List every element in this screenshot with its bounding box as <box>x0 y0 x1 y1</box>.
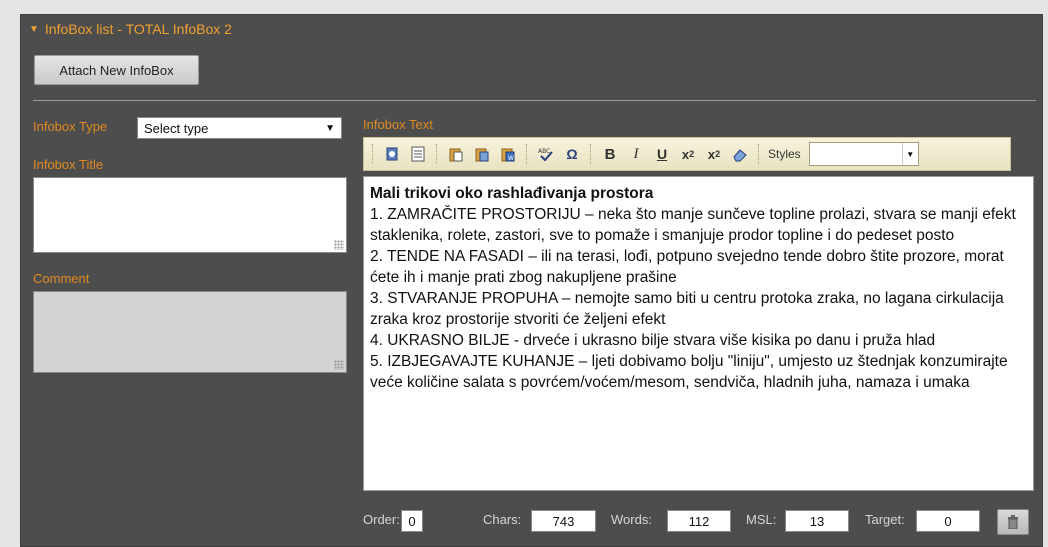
svg-text:W: W <box>508 155 514 162</box>
toolbar-separator <box>526 144 528 164</box>
resize-grip-icon[interactable] <box>334 360 344 370</box>
paste-icon[interactable] <box>444 142 468 166</box>
editor-paragraph: 3. STVARANJE PROPUHA – nemojte samo biti… <box>370 290 1004 328</box>
subscript-icon[interactable]: x2 <box>676 142 700 166</box>
resize-grip-icon[interactable] <box>334 240 344 250</box>
superscript-icon[interactable]: x2 <box>702 142 726 166</box>
spellcheck-icon[interactable]: ABC <box>534 142 558 166</box>
chars-value: 743 <box>531 510 596 532</box>
chevron-down-icon: ▼ <box>325 122 335 134</box>
document-icon[interactable] <box>406 142 430 166</box>
chars-label: Chars: <box>483 512 522 527</box>
paste-word-icon[interactable]: W <box>496 142 520 166</box>
editor-paragraph: 2. TENDE NA FASADI – ili na terasi, lođi… <box>370 248 1004 286</box>
msl-value: 13 <box>785 510 849 532</box>
infobox-type-label: Infobox Type <box>33 119 108 134</box>
svg-text:ABC: ABC <box>538 148 550 155</box>
toolbar-separator <box>758 144 760 164</box>
divider <box>33 100 1036 101</box>
attach-new-infobox-button[interactable]: Attach New InfoBox <box>34 55 199 85</box>
toolbar-separator <box>436 144 438 164</box>
editor-paragraph: 4. UKRASNO BILJE - drveće i ukrasno bilj… <box>370 332 936 349</box>
editor-paragraph: 1. ZAMRAČITE PROSTORIJU – neka što manje… <box>370 206 1016 244</box>
editor-paragraph: 5. IZBJEGAVAJTE KUHANJE – ljeti dobivamo… <box>370 353 1008 391</box>
styles-label: Styles <box>768 147 801 161</box>
infobox-text-label: Infobox Text <box>363 117 433 132</box>
editor-toolbar: W ABC Ω B I U x2 x2 Styles ▼ <box>363 137 1011 171</box>
special-char-icon[interactable]: Ω <box>560 142 584 166</box>
infobox-list-header[interactable]: ▼ InfoBox list - TOTAL InfoBox 2 <box>29 21 232 37</box>
chevron-down-icon: ▼ <box>901 143 918 165</box>
comment-label: Comment <box>33 271 90 286</box>
infobox-title-textarea[interactable] <box>33 177 347 253</box>
infobox-title-label: Infobox Title <box>33 157 104 172</box>
target-label: Target: <box>865 512 905 527</box>
bold-icon[interactable]: B <box>598 142 622 166</box>
order-label: Order: <box>363 512 400 527</box>
order-input[interactable]: 0 <box>401 510 423 532</box>
styles-select[interactable]: ▼ <box>808 142 919 166</box>
infobox-panel: ▼ InfoBox list - TOTAL InfoBox 2 Attach … <box>20 14 1043 547</box>
source-icon[interactable] <box>380 142 404 166</box>
infobox-list-title: InfoBox list - TOTAL InfoBox 2 <box>44 21 232 37</box>
collapse-caret-icon[interactable]: ▼ <box>29 24 39 35</box>
toolbar-separator <box>372 144 374 164</box>
delete-infobox-button[interactable] <box>997 509 1029 535</box>
words-value: 112 <box>667 510 731 532</box>
infobox-type-select[interactable]: Select type ▼ <box>137 117 342 139</box>
paste-text-icon[interactable] <box>470 142 494 166</box>
target-input[interactable]: 0 <box>916 510 980 532</box>
underline-icon[interactable]: U <box>650 142 674 166</box>
infobox-type-value: Select type <box>144 120 209 136</box>
msl-label: MSL: <box>746 512 777 527</box>
trash-icon <box>1008 515 1018 529</box>
remove-format-icon[interactable] <box>728 142 752 166</box>
comment-textarea[interactable] <box>33 291 347 373</box>
words-label: Words: <box>611 512 652 527</box>
italic-icon[interactable]: I <box>624 142 648 166</box>
infobox-text-editor[interactable]: Mali trikovi oko rashlađivanja prostora … <box>363 176 1034 491</box>
editor-title: Mali trikovi oko rashlađivanja prostora <box>370 185 654 202</box>
toolbar-separator <box>590 144 592 164</box>
